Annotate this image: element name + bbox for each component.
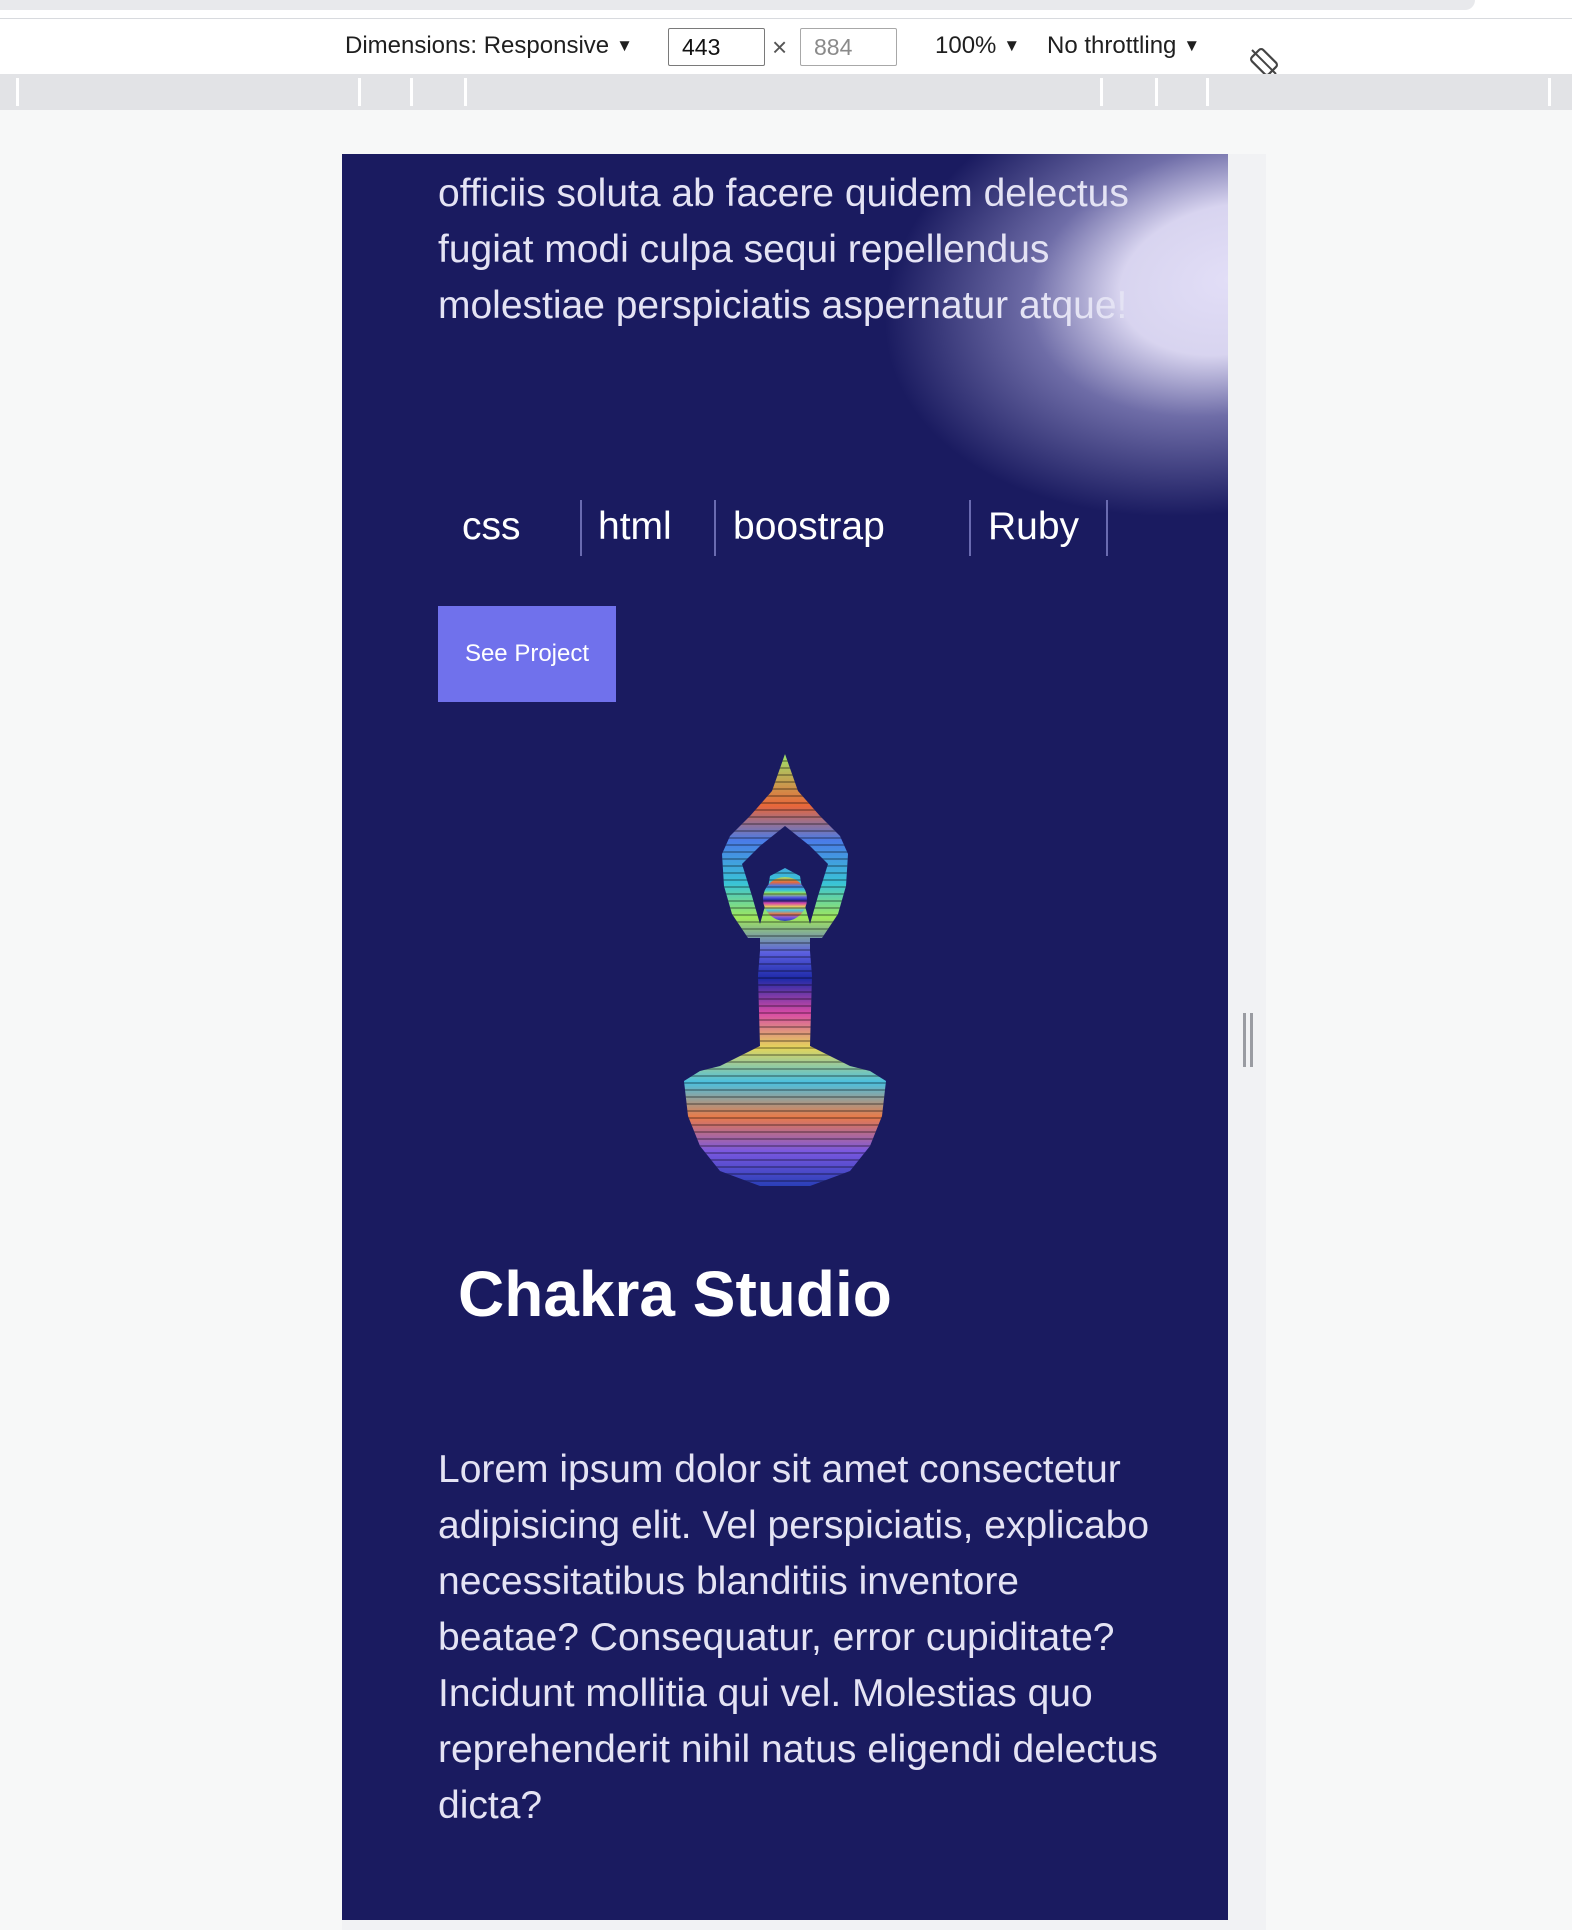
tag-css: css [462,505,521,548]
throttling-label: No throttling [1047,32,1177,59]
tag-html: html [598,505,672,548]
tag-divider [580,500,582,556]
resize-handle-icon[interactable] [1241,1013,1255,1069]
ruler-divider [410,78,413,106]
tag-divider [714,500,716,556]
ruler-divider [1548,78,1551,106]
browser-tabstrip [0,0,1572,18]
tag-ruby: Ruby [988,505,1080,548]
yoga-meditation-icon [684,754,886,1186]
zoom-dropdown[interactable]: 100% ▼ [935,32,1020,62]
caret-down-icon: ▼ [1003,36,1021,55]
see-project-button[interactable]: See Project [438,606,616,702]
throttling-dropdown[interactable]: No throttling ▼ [1047,32,1200,62]
tabstrip-bar [0,0,1475,10]
media-query-bar[interactable] [0,74,1572,110]
times-icon: × [772,32,788,62]
previous-project-description: officiis soluta ab facere quidem delectu… [438,172,1129,327]
ruler-divider [1100,78,1103,106]
ruler-divider [16,78,19,106]
tag-divider [1106,500,1108,556]
ruler-divider [464,78,467,106]
device-toolbar: Dimensions: Responsive ▼ 443 × 884 100% ▼ … [0,18,1572,76]
caret-down-icon: ▼ [1183,36,1201,55]
tech-tags-list: css html boostrap Ruby [342,498,1228,556]
width-input[interactable]: 443 [668,28,765,66]
dimensions-label: Dimensions: Responsive [345,32,610,59]
ruler-divider [1155,78,1158,106]
tag-divider [969,500,971,556]
ruler-divider [1206,78,1209,106]
height-input[interactable]: 884 [800,28,897,66]
caret-down-icon: ▼ [616,36,633,55]
zoom-label: 100% [935,32,997,59]
tag-boostrap: boostrap [733,505,885,548]
project-title: Chakra Studio [458,1258,892,1330]
project-description: Lorem ipsum dolor sit amet consectetur a… [438,1448,1158,1827]
dimensions-dropdown[interactable]: Dimensions: Responsive ▼ [345,32,633,62]
ruler-divider [358,78,361,106]
page-viewport: officiis soluta ab facere quidem delectu… [342,154,1228,1920]
